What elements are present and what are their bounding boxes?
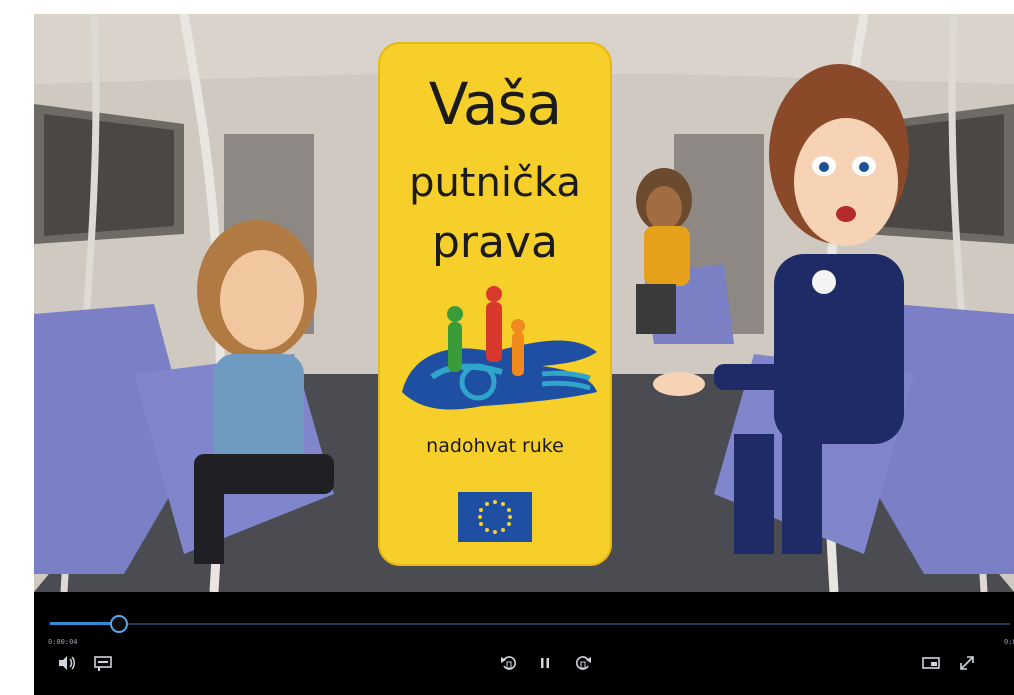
miniplayer-button[interactable]	[920, 652, 942, 674]
fullscreen-button[interactable]	[956, 652, 978, 674]
pause-button[interactable]	[534, 652, 556, 674]
subtitles-button[interactable]	[92, 652, 114, 674]
time-elapsed: 0:00:04	[48, 638, 78, 646]
progress-handle[interactable]	[110, 615, 128, 633]
forward-button[interactable]	[572, 652, 594, 674]
poster-tagline: nadohvat ruke	[426, 435, 564, 457]
eu-flag-icon	[458, 492, 532, 542]
fullscreen-icon	[960, 656, 974, 670]
poster-title-line3: prava	[432, 217, 558, 268]
passenger-rights-hand-logo	[402, 286, 597, 410]
time-total: 0:0	[1004, 638, 1014, 646]
poster-title-line2: putnička	[409, 160, 581, 206]
volume-button[interactable]	[56, 652, 78, 674]
poster-title-line1: Vaša	[428, 70, 562, 138]
progress-track[interactable]	[50, 623, 1010, 625]
progress-fill	[50, 622, 118, 625]
forward-icon	[576, 656, 591, 670]
volume-icon	[59, 656, 75, 670]
player-controls: 0:00:04 0:0	[34, 592, 1014, 695]
video-frame[interactable]: Vaša putnička prava nadohvat ruke	[34, 14, 1014, 592]
miniplayer-icon	[922, 657, 940, 669]
pause-icon	[541, 658, 549, 668]
subtitles-icon	[94, 656, 112, 671]
video-player[interactable]: Vaša putnička prava nadohvat ruke 0:00:0…	[34, 14, 1014, 695]
rewind-icon	[501, 656, 516, 670]
title-poster: Vaša putnička prava nadohvat ruke	[378, 42, 612, 566]
rewind-button[interactable]	[498, 652, 520, 674]
